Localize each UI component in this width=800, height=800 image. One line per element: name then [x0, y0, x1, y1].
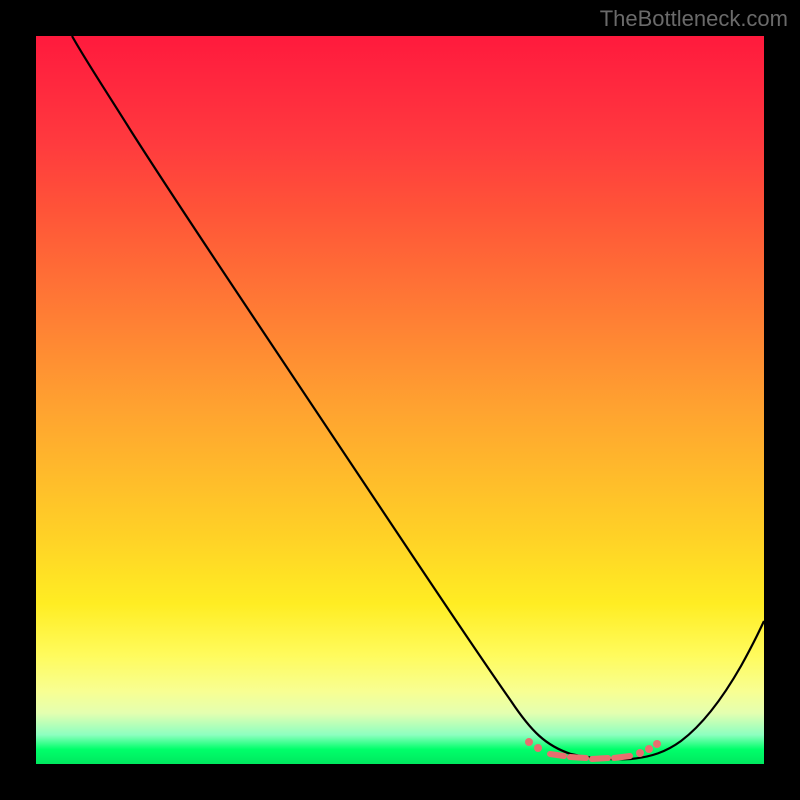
highlight-dash — [550, 754, 564, 756]
highlight-dot — [636, 749, 644, 757]
highlight-dot — [645, 745, 653, 753]
watermark-text: TheBottleneck.com — [600, 6, 788, 32]
highlight-dot — [653, 740, 661, 748]
plot-area — [36, 36, 764, 764]
curve-svg — [36, 36, 764, 764]
highlight-dash — [592, 758, 608, 759]
highlight-dash — [570, 757, 586, 758]
highlight-dot — [534, 744, 542, 752]
highlight-dot — [525, 738, 533, 746]
highlight-dash — [614, 756, 630, 758]
bottleneck-curve — [72, 36, 764, 759]
